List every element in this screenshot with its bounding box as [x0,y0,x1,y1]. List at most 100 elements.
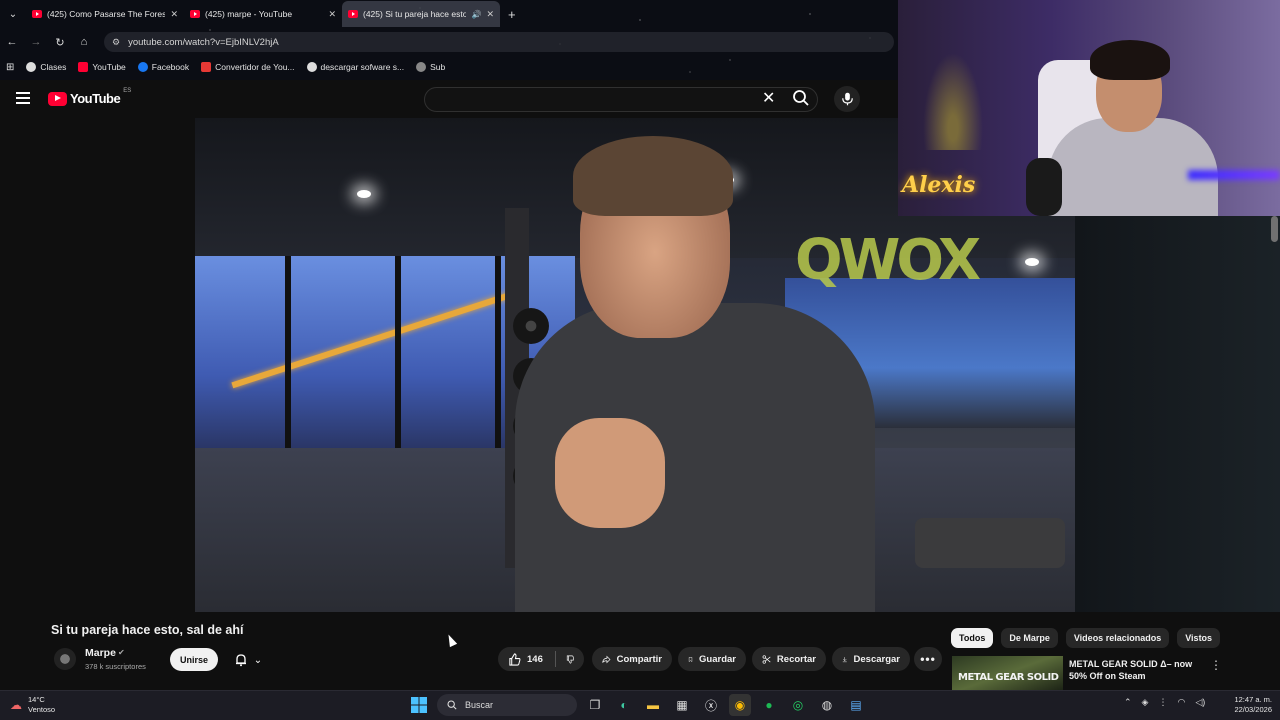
youtube-favicon-icon [32,10,42,18]
converter-icon [201,62,212,72]
usb-icon[interactable]: ⋮ [1158,697,1167,708]
clip-button[interactable]: Recortar [752,647,826,671]
whatsapp-icon[interactable]: ◎ [787,694,809,716]
recommendation-title[interactable]: METAL GEAR SOLID Δ– now 50% Off on Steam [1069,658,1199,682]
more-vertical-icon[interactable]: ⋮ [1210,658,1222,672]
streamer-hair [1090,40,1170,80]
wifi-icon[interactable]: ◠ [1177,697,1185,708]
save-button[interactable]: Guardar [678,647,746,671]
notepad-icon[interactable]: ▤ [845,694,867,716]
gym-bench [915,518,1065,568]
scissors-icon [762,654,771,664]
xbox-icon[interactable]: ⓧ [700,694,722,716]
chevron-down-icon: ⌄ [253,654,263,666]
facebook-icon [137,62,148,72]
search-input[interactable] [424,87,818,112]
forward-button[interactable]: → [24,30,48,54]
microphone [1026,158,1062,216]
address-bar[interactable]: ⚙ youtube.com/watch?v=EjbINLV2hjA [104,32,894,52]
page-scrollbar[interactable] [1271,216,1278,242]
audio-icon[interactable]: 🔊 [471,10,481,19]
chip-vistos[interactable]: Vistos [1177,628,1221,648]
bookmark-descargar[interactable]: descargar sofware s... [306,62,404,72]
weight-plate [513,308,549,344]
window-frame [395,256,401,461]
bookmark-facebook[interactable]: Facebook [137,62,190,72]
youtube-favicon-icon [348,10,358,18]
page-side-background [1075,216,1280,612]
thumbs-up-icon [509,652,521,666]
tab-search-icon[interactable]: ⌄ [0,0,26,28]
system-tray: ⌃ ◈ ⋮ ◠ ◁) [1124,697,1205,708]
window-frame [495,256,501,461]
file-explorer-icon[interactable]: ▬ [642,694,664,716]
close-tab-icon[interactable]: ✕ [170,9,178,20]
network-icon[interactable]: ◈ [1142,697,1149,708]
weather-widget[interactable]: ☁ 14°C Ventoso [10,695,55,715]
store-icon[interactable]: ▦ [671,694,693,716]
home-button[interactable]: ⌂ [72,30,96,54]
bookmark-clases[interactable]: Clases [26,62,66,72]
like-button[interactable]: 146 [508,652,543,666]
menu-icon[interactable] [16,92,30,104]
rgb-light [1188,170,1280,180]
windows-start-icon[interactable] [408,694,430,716]
clear-search-icon[interactable]: ✕ [762,88,775,108]
new-tab-button[interactable]: + [500,7,524,22]
reload-button[interactable]: ↻ [48,30,72,54]
like-dislike-group: 146 [498,647,584,671]
chip-videos-relacionados[interactable]: Videos relacionados [1065,628,1170,648]
tab-title: (425) Si tu pareja hace esto [363,9,467,19]
task-view-icon[interactable]: ❐ [584,694,606,716]
notifications-button[interactable]: ⌄ [226,649,270,671]
channel-name[interactable]: Marpe [85,647,116,659]
share-button[interactable]: Compartir [592,647,672,671]
close-tab-icon[interactable]: ✕ [486,9,494,20]
site-info-icon[interactable]: ⚙ [112,37,120,48]
recommendation-thumbnail[interactable]: METAL GEAR SOLID [952,656,1063,690]
channel-avatar[interactable] [54,648,76,670]
join-button[interactable]: Unirse [170,648,218,671]
spotify-icon[interactable]: ● [758,694,780,716]
bookmark-label: Facebook [151,62,190,72]
download-button[interactable]: Descargar [832,647,910,671]
obs-icon[interactable]: ◍ [816,694,838,716]
more-actions-button[interactable]: ••• [914,647,942,671]
video-title: Si tu pareja hace esto, sal de ahí [51,623,244,637]
windows-taskbar: ☁ 14°C Ventoso Buscar ❐ ◐ ▬ ▦ ⓧ ◉ ● ◎ ◍ … [0,690,1280,720]
chip-todos[interactable]: Todos [951,628,994,648]
subscriber-count: 378 k suscriptores [85,662,146,671]
url-text: youtube.com/watch?v=EjbINLV2hjA [128,36,279,48]
webcam-overlay: Alexis [898,0,1280,216]
youtube-logo[interactable]: YouTube ES [48,88,131,106]
bookmark-convertidor[interactable]: Convertidor de You... [201,62,295,72]
back-button[interactable]: ← [0,30,24,54]
close-tab-icon[interactable]: ✕ [328,9,336,20]
thumbs-down-icon[interactable] [566,653,574,666]
chrome-icon [306,62,317,72]
taskbar-search[interactable]: Buscar [437,694,577,716]
tab-strip: ⌄ (425) Como Pasarse The Forest ✕ (425) … [0,0,898,28]
chrome-icon[interactable]: ◉ [729,694,751,716]
youtube-icon [78,62,89,72]
clock-date: 22/03/2026 [1234,705,1272,714]
tab-the-forest[interactable]: (425) Como Pasarse The Forest ✕ [26,1,184,27]
bookmark-label: Convertidor de You... [215,62,295,72]
bookmark-sub[interactable]: Sub [416,62,445,72]
clip-label: Recortar [776,653,816,665]
bookmark-youtube[interactable]: YouTube [78,62,126,72]
chrome-icon [26,62,37,72]
chevron-up-icon[interactable]: ⌃ [1124,697,1132,708]
taskbar-clock[interactable]: 12:47 a. m. 22/03/2026 [1224,695,1272,715]
tab-current-video[interactable]: (425) Si tu pareja hace esto 🔊 ✕ [342,1,500,27]
thumbnail-text: METAL GEAR SOLID [958,672,1059,683]
voice-search-icon[interactable] [834,86,860,112]
edge-icon[interactable]: ◐ [613,694,635,716]
chip-de-marpe[interactable]: De Marpe [1001,628,1058,648]
logo-text: YouTube [70,91,121,106]
tab-marpe[interactable]: (425) marpe - YouTube ✕ [184,1,342,27]
ceiling-lamp [1025,258,1039,266]
search-icon[interactable] [792,89,810,107]
apps-grid-icon[interactable]: ⊞ [6,62,14,73]
volume-icon[interactable]: ◁) [1195,697,1205,708]
